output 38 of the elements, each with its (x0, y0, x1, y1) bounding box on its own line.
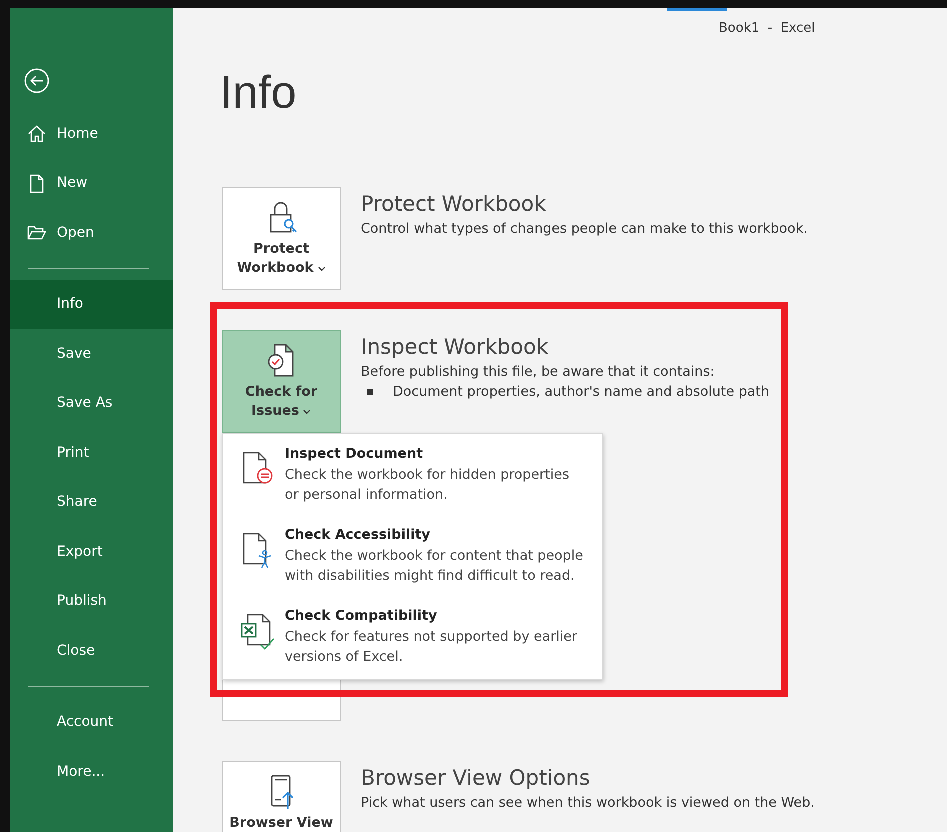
back-button[interactable] (24, 68, 50, 94)
sidebar-item[interactable]: Close (10, 626, 173, 676)
sidebar-item[interactable]: Export (10, 527, 173, 576)
sidebar-item[interactable]: Print (10, 428, 173, 478)
workbook-action-button[interactable]: Protect Workbook (222, 187, 341, 290)
menu-item-description: Check the workbook for hidden properties or personal information. (285, 466, 570, 505)
sidebar-item[interactable]: Info (10, 280, 173, 329)
sidebar-item[interactable]: More... (10, 747, 173, 796)
menu-item-description: Check for features not supported by earlier versions of Excel. (285, 628, 578, 667)
page-title: Info (220, 65, 298, 120)
sidebar-item[interactable]: Publish (10, 576, 173, 626)
section-heading: Protect Workbook (361, 191, 548, 218)
bullet-icon (367, 389, 373, 395)
bullet-text: Document properties, author's name and absolute path (393, 383, 770, 402)
section-heading: Inspect Workbook (361, 334, 550, 361)
sidebar-item[interactable]: Save (10, 329, 173, 378)
sidebar-item[interactable]: Home (10, 109, 173, 158)
sidebar-item[interactable]: Account (10, 698, 173, 747)
home-icon (27, 124, 47, 144)
menu-item-title: Check Compatibility (285, 607, 438, 626)
section-description: Pick what users can see when this workbook is viewed on the Web. (361, 794, 815, 813)
menu-item-title: Check Accessibility (285, 526, 432, 545)
sidebar-item[interactable]: Open (10, 208, 173, 258)
workbook-action-button[interactable]: Browser View (222, 761, 341, 832)
menu-item[interactable]: Check Accessibility Check the workbook for content that people with disabilities might find difficult to read. (223, 523, 602, 586)
section-heading: Browser View Options (361, 765, 592, 792)
sidebar-item[interactable]: Save As (10, 378, 173, 428)
section-description: Before publishing this file, be aware that it contains: (361, 363, 716, 382)
menu-item[interactable]: Check Compatibility Check for features not supported by earlier versions of Excel. (223, 604, 602, 667)
title-bar-accent (667, 8, 727, 11)
menu-item[interactable]: Inspect Document Check the workbook for hidden properties or personal information. (223, 442, 602, 505)
sidebar-item[interactable]: New (10, 158, 173, 208)
menu-item-description: Check the workbook for content that people with disabilities might find difficult to read. (285, 547, 584, 586)
window-title: Book1 - Excel (719, 20, 816, 36)
section-description: Control what types of changes people can make to this workbook. (361, 220, 808, 239)
menu-item-title: Inspect Document (285, 445, 424, 464)
sidebar-item[interactable]: Share (10, 478, 173, 527)
check-issues-button[interactable]: Check for Issues (222, 330, 341, 433)
